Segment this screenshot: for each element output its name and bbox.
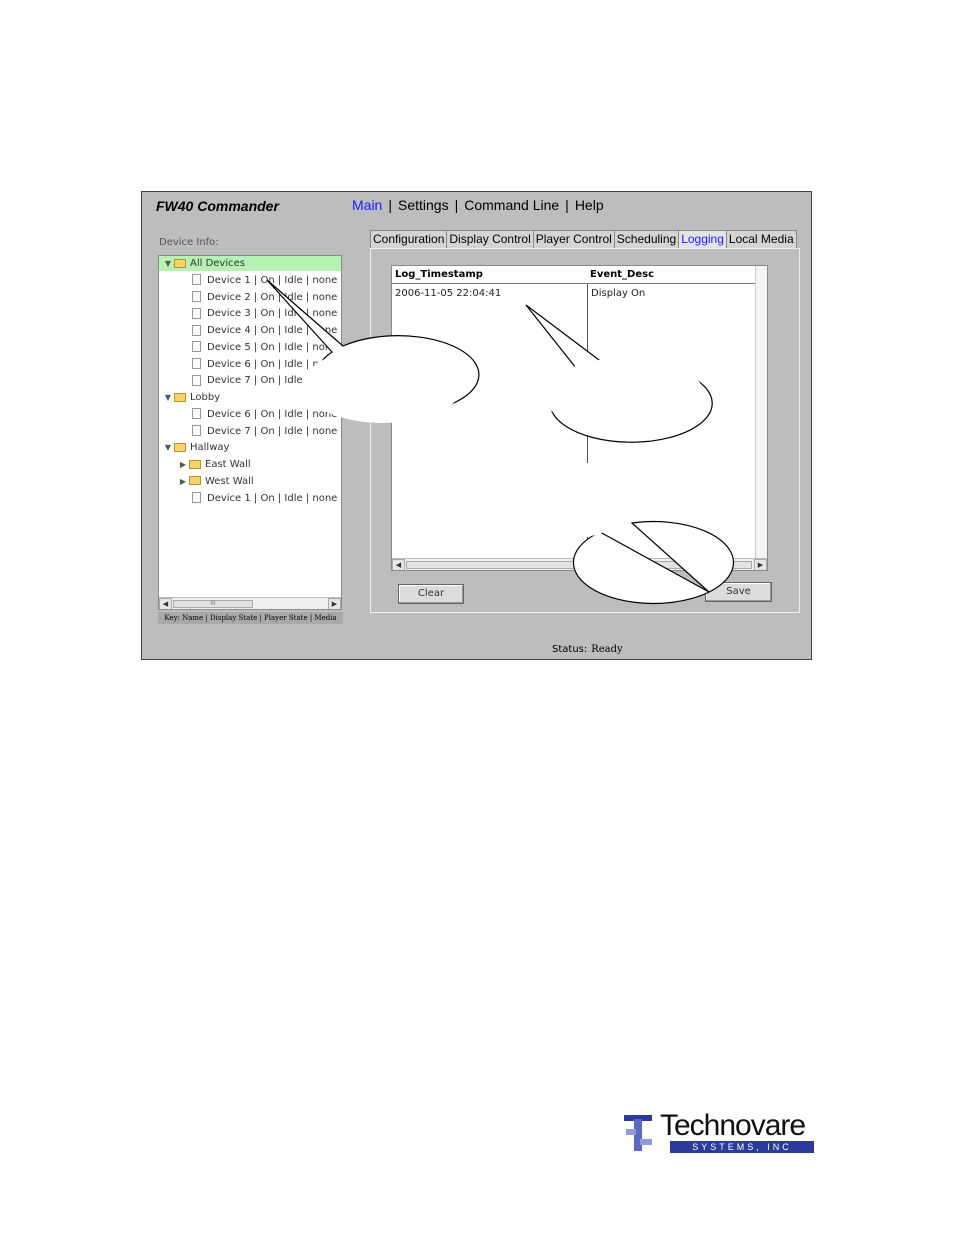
menu-separator: | [454, 197, 459, 213]
collapse-right-icon[interactable]: ▶ [177, 457, 189, 472]
column-divider [587, 284, 588, 555]
tree-node-label: Device 1 | On | Idle | none [207, 274, 338, 286]
expand-down-icon[interactable]: ▼ [162, 440, 174, 455]
device-icon [192, 341, 201, 353]
scroll-right-icon[interactable]: ▶ [754, 559, 767, 570]
collapse-right-icon[interactable]: ▶ [177, 474, 189, 489]
device-icon [192, 324, 201, 336]
menu-item-help[interactable]: Help [575, 197, 604, 213]
technovare-logo-mark-icon [624, 1115, 652, 1151]
folder-icon [174, 442, 186, 452]
tree-node-label: East Wall [205, 459, 251, 470]
tab-scheduling[interactable]: Scheduling [613, 230, 680, 248]
scroll-thumb[interactable]: III [406, 561, 752, 569]
technovare-logo: Technovare SYSTEMS, INC [622, 1109, 816, 1155]
folder-icon [174, 392, 186, 402]
tree-device[interactable]: Device 6 | On | Idle | none [159, 357, 337, 372]
device-icon [192, 291, 201, 302]
tree-horizontal-scrollbar[interactable]: ◀ III ▶ [159, 597, 341, 609]
tree-node-label: All Devices [190, 258, 245, 269]
tree-node-label: Device 3 | On | Idle | none [207, 308, 338, 320]
device-icon [192, 307, 201, 319]
status-bar: Status: Ready [552, 644, 623, 655]
tree-folder[interactable]: ▶ East Wall [159, 457, 251, 472]
folder-icon [189, 476, 201, 486]
app-title: FW40 Commander [156, 198, 279, 214]
tree-node-label: Device 2 | On | Idle | none [207, 291, 338, 303]
folder-icon [174, 258, 186, 268]
status-label: Status: [552, 644, 588, 655]
column-header-log-timestamp[interactable]: Log_Timestamp [392, 266, 588, 284]
tree-node-label: Device 1 | On | Idle | none [207, 492, 338, 504]
tree-key-legend: Key: Name | Display State | Player State… [158, 612, 343, 624]
tree-device[interactable]: Device 3 | On | Idle | none [159, 306, 337, 321]
logo-subtitle: SYSTEMS, INC [670, 1141, 814, 1153]
log-cell-event: Display On [591, 288, 646, 299]
device-icon [192, 358, 201, 369]
device-icon [192, 492, 201, 503]
tree-device[interactable]: Device 5 | On | Idle | none [159, 340, 337, 355]
table-horizontal-scrollbar[interactable]: ◀ III ▶ [392, 558, 767, 570]
tree-node-label: Device 5 | On | Idle | none [207, 341, 338, 353]
device-tree[interactable]: ▼ All Devices Device 1 | On | Idle | none D… [158, 255, 342, 610]
status-value: Ready [591, 644, 623, 655]
tab-display-control[interactable]: Display Control [446, 230, 534, 248]
tree-node-label: Lobby [190, 392, 221, 403]
scroll-right-icon[interactable]: ▶ [328, 598, 341, 609]
scroll-left-icon[interactable]: ◀ [159, 598, 172, 609]
tree-node-label: Hallway [190, 442, 230, 454]
tab-bar: Configuration Display Control Player Contr… [370, 230, 797, 248]
tab-configuration[interactable]: Configuration [370, 230, 448, 248]
tree-node-label: Device 7 | On | Idle | none [207, 375, 338, 387]
folder-icon [189, 459, 201, 469]
tree-folder[interactable]: ▼ All Devices [159, 256, 341, 271]
menu-item-settings[interactable]: Settings [398, 197, 449, 213]
save-button[interactable]: Save [705, 582, 772, 602]
scroll-thumb[interactable]: III [173, 600, 253, 608]
tab-logging[interactable]: Logging [678, 230, 727, 248]
device-icon [192, 274, 201, 286]
table-vertical-scrollbar[interactable] [755, 266, 767, 558]
menu-item-main[interactable]: Main [352, 197, 382, 213]
device-icon [192, 408, 201, 420]
tree-folder[interactable]: ▼ Lobby [159, 390, 220, 405]
tree-device[interactable]: Device 7 | On | Idle | none [159, 373, 337, 388]
expand-down-icon[interactable]: ▼ [162, 256, 174, 271]
menu-separator: | [565, 197, 569, 213]
tree-node-label: Device 6 | On | Idle | none [207, 358, 338, 370]
tree-device[interactable]: Device 4 | On | Idle | none [159, 323, 337, 338]
tree-node-label: West Wall [205, 475, 254, 487]
device-icon [192, 425, 201, 436]
logging-panel: Log_Timestamp Event_Desc 2006-11-05 22:0… [370, 248, 800, 613]
tree-device[interactable]: Device 1 | On | Idle | none [159, 273, 337, 288]
app-window: FW40 Commander Main | Settings | Command Lin… [141, 191, 812, 660]
clear-button[interactable]: Clear [398, 584, 464, 604]
device-info-label: Device Info: [159, 237, 219, 248]
tab-local-media[interactable]: Local Media [725, 230, 797, 248]
tree-device[interactable]: Device 7 | On | Idle | none [159, 424, 337, 439]
menu-separator: | [388, 197, 392, 213]
log-table[interactable]: Log_Timestamp Event_Desc 2006-11-05 22:0… [391, 265, 768, 571]
tree-node-label: Device 6 | On | Idle | none [207, 408, 338, 420]
tree-device[interactable]: Device 1 | On | Idle | none [159, 491, 337, 506]
device-icon [192, 374, 201, 386]
logo-name: Technovare [660, 1109, 806, 1142]
log-cell-timestamp: 2006-11-05 22:04:41 [395, 288, 502, 299]
tab-player-control[interactable]: Player Control [532, 230, 615, 248]
tree-folder[interactable]: ▶ West Wall [159, 474, 254, 489]
tree-device[interactable]: Device 6 | On | Idle | none [159, 407, 337, 422]
column-header-event-desc[interactable]: Event_Desc [587, 266, 757, 284]
tree-device[interactable]: Device 2 | On | Idle | none [159, 290, 337, 305]
tree-node-label: Device 4 | On | Idle | none [207, 325, 338, 336]
menu-item-command-line[interactable]: Command Line [464, 197, 559, 213]
main-menu: Main | Settings | Command Line | Help [352, 197, 604, 213]
expand-down-icon[interactable]: ▼ [162, 390, 174, 405]
tree-folder[interactable]: ▼ Hallway [159, 440, 230, 455]
scroll-left-icon[interactable]: ◀ [392, 559, 405, 570]
tree-node-label: Device 7 | On | Idle | none [207, 425, 338, 437]
